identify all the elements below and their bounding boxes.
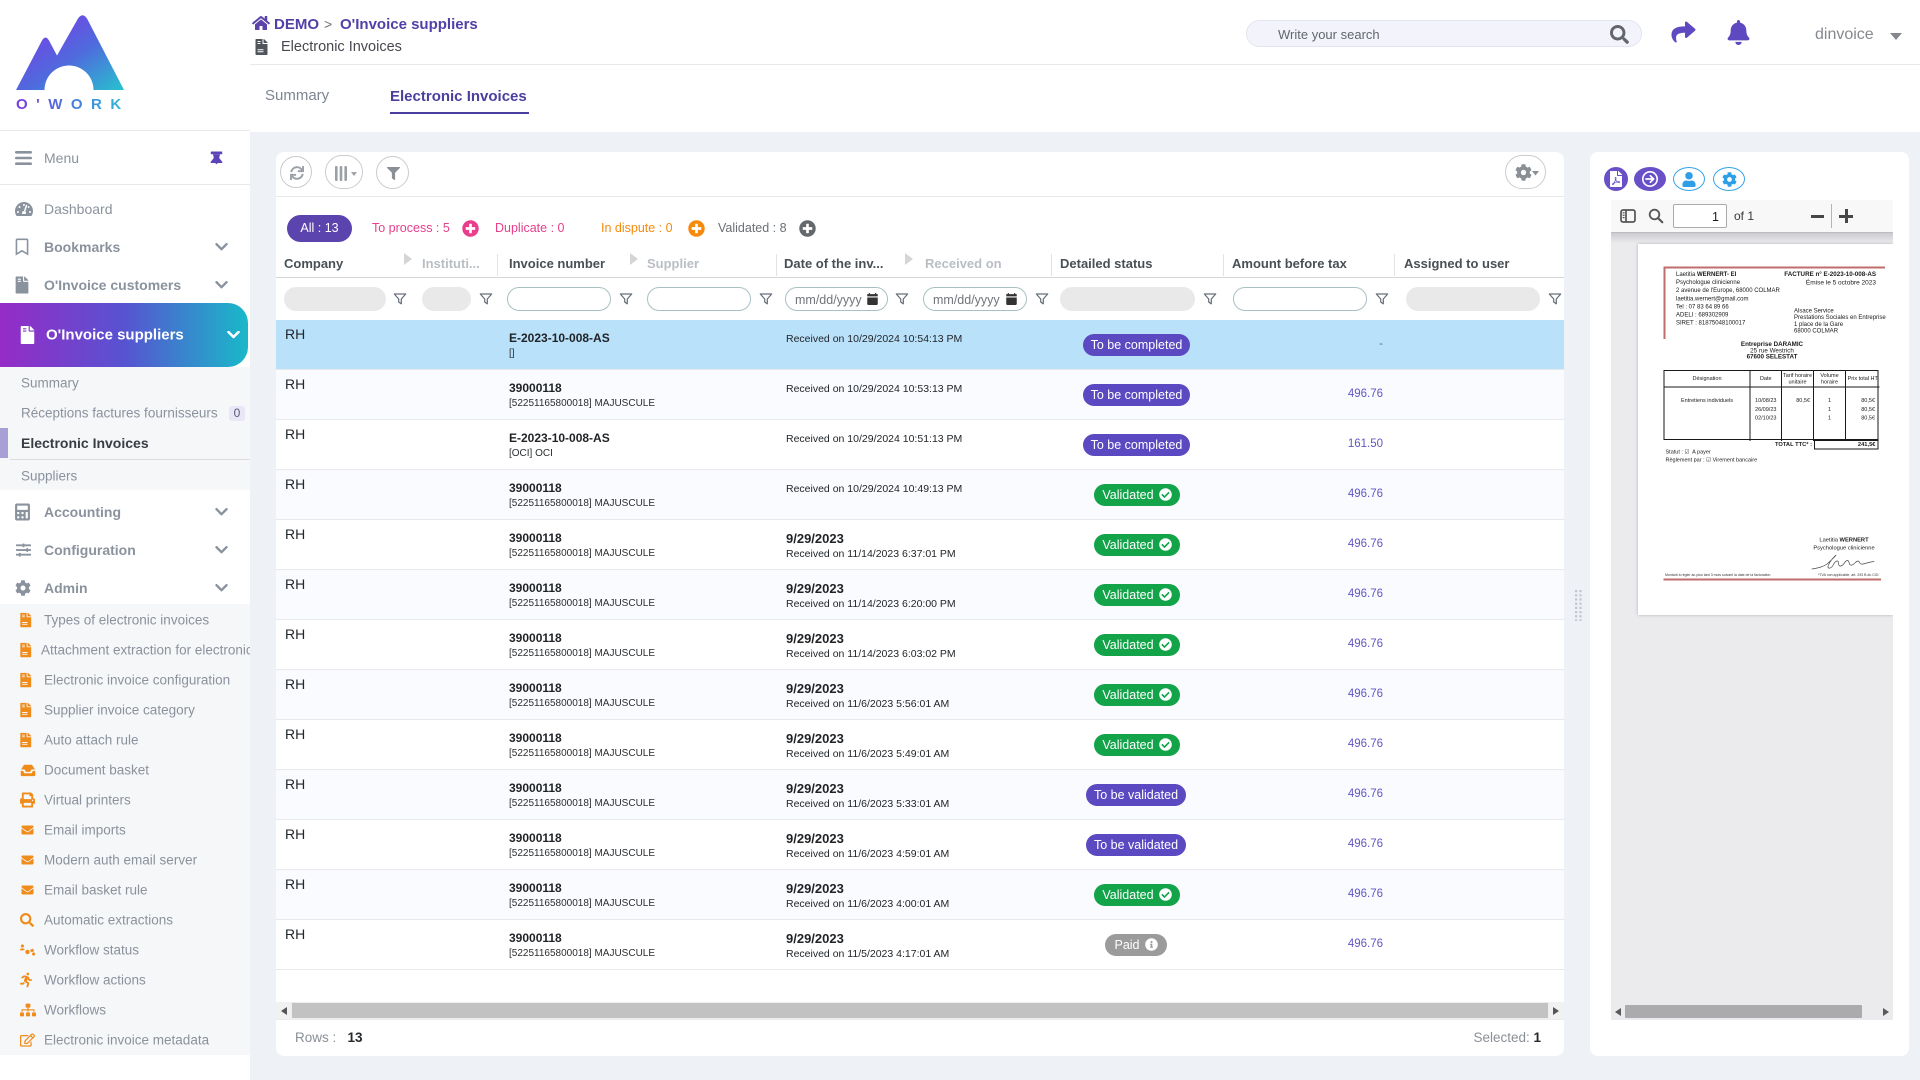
- svg-text:O'WORK: O'WORK: [16, 96, 130, 113]
